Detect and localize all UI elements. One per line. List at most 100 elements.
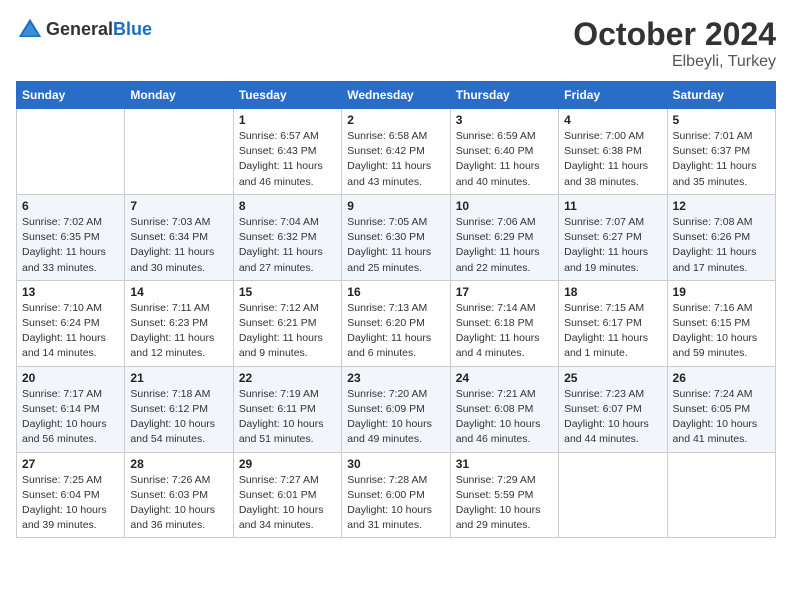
day-number: 31 [456, 457, 553, 471]
calendar-cell: 25 Sunrise: 7:23 AMSunset: 6:07 PMDayligh… [559, 366, 667, 452]
page-header: GeneralBlue October 2024 Elbeyli, Turkey [16, 16, 776, 71]
day-number: 13 [22, 285, 119, 299]
calendar-cell: 7Sunrise: 7:03 AMSunset: 6:34 PMDaylight… [125, 194, 233, 280]
weekday-header-wednesday: Wednesday [342, 82, 450, 109]
day-number: 5 [673, 113, 770, 127]
calendar-cell: 16Sunrise: 7:13 AMSunset: 6:20 PMDayligh… [342, 280, 450, 366]
day-info: Sunrise: 7:24 AMSunset: 6:05 PMDaylight:… [673, 387, 770, 448]
day-info: Sunrise: 7:23 AMSunset: 6:07 PMDaylight:… [564, 387, 661, 448]
weekday-header-tuesday: Tuesday [233, 82, 341, 109]
day-number: 20 [22, 371, 119, 385]
day-number: 3 [456, 113, 553, 127]
calendar-cell [667, 452, 775, 538]
month-title: October 2024 [573, 16, 776, 53]
calendar-cell: 27Sunrise: 7:25 AMSunset: 6:04 PMDayligh… [17, 452, 125, 538]
calendar-cell: 2 Sunrise: 6:58 AMSunset: 6:42 PMDaylight… [342, 109, 450, 195]
calendar-cell: 6 Sunrise: 7:02 AMSunset: 6:35 PMDaylight… [17, 194, 125, 280]
day-number: 8 [239, 199, 336, 213]
day-info: Sunrise: 6:58 AMSunset: 6:42 PMDaylight:… [347, 129, 444, 190]
calendar-cell: 21 Sunrise: 7:18 AMSunset: 6:12 PMDayligh… [125, 366, 233, 452]
day-info: Sunrise: 7:02 AMSunset: 6:35 PMDaylight:… [22, 215, 119, 276]
day-info: Sunrise: 7:12 AMSunset: 6:21 PMDaylight:… [239, 301, 336, 362]
day-number: 21 [130, 371, 227, 385]
calendar-cell: 17Sunrise: 7:14 AMSunset: 6:18 PMDayligh… [450, 280, 558, 366]
calendar-cell: 20 Sunrise: 7:17 AMSunset: 6:14 PMDayligh… [17, 366, 125, 452]
calendar-cell [17, 109, 125, 195]
day-number: 11 [564, 199, 661, 213]
calendar-cell: 15 Sunrise: 7:12 AMSunset: 6:21 PMDayligh… [233, 280, 341, 366]
day-info: Sunrise: 7:18 AMSunset: 6:12 PMDaylight:… [130, 387, 227, 448]
calendar-cell: 29 Sunrise: 7:27 AMSunset: 6:01 PMDayligh… [233, 452, 341, 538]
day-number: 26 [673, 371, 770, 385]
day-info: Sunrise: 7:01 AMSunset: 6:37 PMDaylight:… [673, 129, 770, 190]
calendar-week-4: 20 Sunrise: 7:17 AMSunset: 6:14 PMDayligh… [17, 366, 776, 452]
day-info: Sunrise: 7:10 AMSunset: 6:24 PMDaylight:… [22, 301, 119, 362]
day-number: 2 [347, 113, 444, 127]
calendar-week-5: 27Sunrise: 7:25 AMSunset: 6:04 PMDayligh… [17, 452, 776, 538]
calendar-body: 1 Sunrise: 6:57 AMSunset: 6:43 PMDaylight… [17, 109, 776, 538]
day-number: 4 [564, 113, 661, 127]
calendar-week-1: 1 Sunrise: 6:57 AMSunset: 6:43 PMDaylight… [17, 109, 776, 195]
logo-general: General [46, 19, 113, 39]
calendar-cell: 12Sunrise: 7:08 AMSunset: 6:26 PMDayligh… [667, 194, 775, 280]
location-title: Elbeyli, Turkey [573, 53, 776, 71]
weekday-header-sunday: Sunday [17, 82, 125, 109]
day-info: Sunrise: 7:06 AMSunset: 6:29 PMDaylight:… [456, 215, 553, 276]
calendar-cell: 3Sunrise: 6:59 AMSunset: 6:40 PMDaylight… [450, 109, 558, 195]
calendar-cell: 4 Sunrise: 7:00 AMSunset: 6:38 PMDaylight… [559, 109, 667, 195]
logo-icon [16, 16, 44, 44]
day-number: 15 [239, 285, 336, 299]
day-info: Sunrise: 7:28 AMSunset: 6:00 PMDaylight:… [347, 473, 444, 534]
day-info: Sunrise: 6:57 AMSunset: 6:43 PMDaylight:… [239, 129, 336, 190]
calendar-header-row: SundayMondayTuesdayWednesdayThursdayFrid… [17, 82, 776, 109]
weekday-header-monday: Monday [125, 82, 233, 109]
calendar-cell: 19 Sunrise: 7:16 AMSunset: 6:15 PMDayligh… [667, 280, 775, 366]
day-info: Sunrise: 7:00 AMSunset: 6:38 PMDaylight:… [564, 129, 661, 190]
day-info: Sunrise: 7:27 AMSunset: 6:01 PMDaylight:… [239, 473, 336, 534]
calendar-cell: 22Sunrise: 7:19 AMSunset: 6:11 PMDayligh… [233, 366, 341, 452]
day-number: 30 [347, 457, 444, 471]
title-block: October 2024 Elbeyli, Turkey [573, 16, 776, 71]
day-info: Sunrise: 7:07 AMSunset: 6:27 PMDaylight:… [564, 215, 661, 276]
day-number: 1 [239, 113, 336, 127]
day-number: 18 [564, 285, 661, 299]
day-number: 6 [22, 199, 119, 213]
calendar-cell: 31Sunrise: 7:29 AMSunset: 5:59 PMDayligh… [450, 452, 558, 538]
calendar-cell [125, 109, 233, 195]
calendar-cell: 18 Sunrise: 7:15 AMSunset: 6:17 PMDayligh… [559, 280, 667, 366]
day-info: Sunrise: 7:04 AMSunset: 6:32 PMDaylight:… [239, 215, 336, 276]
calendar-cell: 1 Sunrise: 6:57 AMSunset: 6:43 PMDaylight… [233, 109, 341, 195]
weekday-header-friday: Friday [559, 82, 667, 109]
day-number: 22 [239, 371, 336, 385]
calendar-cell: 30 Sunrise: 7:28 AMSunset: 6:00 PMDayligh… [342, 452, 450, 538]
day-info: Sunrise: 7:14 AMSunset: 6:18 PMDaylight:… [456, 301, 553, 362]
calendar-cell: 26 Sunrise: 7:24 AMSunset: 6:05 PMDayligh… [667, 366, 775, 452]
calendar-cell: 5 Sunrise: 7:01 AMSunset: 6:37 PMDaylight… [667, 109, 775, 195]
day-info: Sunrise: 7:26 AMSunset: 6:03 PMDaylight:… [130, 473, 227, 534]
day-number: 25 [564, 371, 661, 385]
day-info: Sunrise: 7:15 AMSunset: 6:17 PMDaylight:… [564, 301, 661, 362]
day-info: Sunrise: 7:11 AMSunset: 6:23 PMDaylight:… [130, 301, 227, 362]
day-number: 16 [347, 285, 444, 299]
weekday-header-saturday: Saturday [667, 82, 775, 109]
day-info: Sunrise: 7:20 AMSunset: 6:09 PMDaylight:… [347, 387, 444, 448]
logo-blue: Blue [113, 19, 152, 39]
day-info: Sunrise: 7:16 AMSunset: 6:15 PMDaylight:… [673, 301, 770, 362]
day-number: 27 [22, 457, 119, 471]
day-number: 28 [130, 457, 227, 471]
day-number: 19 [673, 285, 770, 299]
day-number: 10 [456, 199, 553, 213]
day-info: Sunrise: 7:17 AMSunset: 6:14 PMDaylight:… [22, 387, 119, 448]
calendar-week-2: 6 Sunrise: 7:02 AMSunset: 6:35 PMDaylight… [17, 194, 776, 280]
day-number: 23 [347, 371, 444, 385]
calendar-cell: 23 Sunrise: 7:20 AMSunset: 6:09 PMDayligh… [342, 366, 450, 452]
calendar-week-3: 13 Sunrise: 7:10 AMSunset: 6:24 PMDayligh… [17, 280, 776, 366]
calendar-cell: 8 Sunrise: 7:04 AMSunset: 6:32 PMDaylight… [233, 194, 341, 280]
day-number: 29 [239, 457, 336, 471]
calendar-cell: 9Sunrise: 7:05 AMSunset: 6:30 PMDaylight… [342, 194, 450, 280]
day-info: Sunrise: 7:21 AMSunset: 6:08 PMDaylight:… [456, 387, 553, 448]
calendar-cell: 28 Sunrise: 7:26 AMSunset: 6:03 PMDayligh… [125, 452, 233, 538]
day-number: 24 [456, 371, 553, 385]
day-number: 9 [347, 199, 444, 213]
calendar-cell: 14Sunrise: 7:11 AMSunset: 6:23 PMDayligh… [125, 280, 233, 366]
